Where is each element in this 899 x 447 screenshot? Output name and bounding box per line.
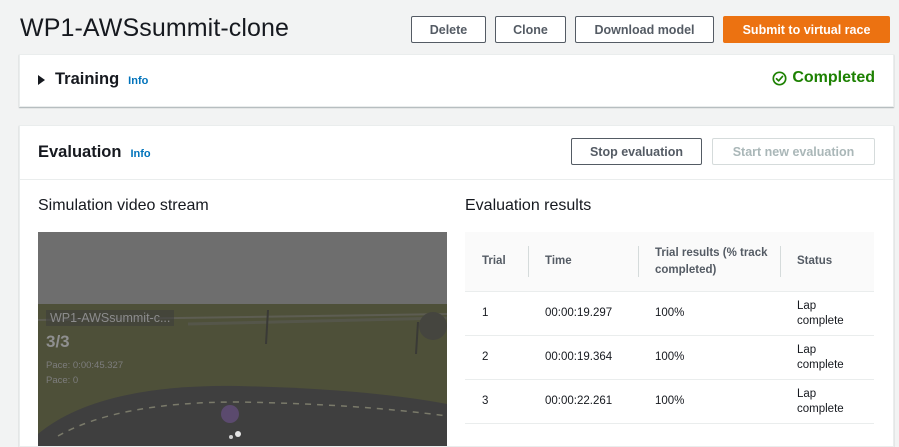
training-status: Completed [772, 69, 875, 87]
video-stream-title: Simulation video stream [38, 197, 209, 214]
delete-button[interactable]: Delete [411, 16, 486, 43]
evaluation-info-link[interactable]: Info [130, 148, 150, 160]
training-header[interactable]: Training Info [38, 70, 148, 89]
cell-trial: 3 [465, 379, 528, 424]
column-header-status: Status [780, 232, 874, 292]
training-info-link[interactable]: Info [128, 75, 148, 87]
video-lap-counter: 3/3 [46, 332, 70, 351]
training-title: Training [55, 70, 120, 88]
evaluation-header: Evaluation Info [38, 143, 151, 162]
status-text: Completed [792, 69, 875, 86]
cell-result: 100% [638, 379, 780, 424]
cell-status: Lap complete [780, 335, 874, 380]
cell-time: 00:00:19.364 [528, 335, 638, 380]
check-circle-icon [772, 70, 787, 86]
stop-evaluation-button[interactable]: Stop evaluation [571, 138, 702, 165]
table-row: 2 00:00:19.364 100% Lap complete [465, 335, 874, 380]
page-title: WP1-AWSsummit-clone [20, 14, 290, 42]
divider [20, 179, 893, 180]
video-overlay-line-2: Pace: 0 [46, 375, 79, 386]
cell-result: 100% [638, 291, 780, 336]
evaluation-results-table: Trial Time Trial results (% track comple… [465, 232, 874, 424]
simulation-video-stream[interactable]: WP1-AWSsummit-c... 3/3 Pace: 0:00:45.327… [38, 232, 447, 446]
caret-right-icon[interactable] [38, 74, 45, 85]
column-header-trial-results: Trial results (% track completed) [638, 232, 780, 292]
submit-to-virtual-race-button[interactable]: Submit to virtual race [723, 16, 890, 43]
column-header-time: Time [528, 232, 638, 292]
column-header-trial: Trial [465, 232, 528, 292]
start-new-evaluation-button[interactable]: Start new evaluation [712, 138, 875, 165]
cell-time: 00:00:19.297 [528, 291, 638, 336]
download-model-button[interactable]: Download model [575, 16, 714, 43]
table-header-row: Trial Time Trial results (% track comple… [465, 232, 874, 292]
video-model-name: WP1-AWSsummit-c... [46, 310, 175, 326]
cell-trial: 2 [465, 335, 528, 380]
cell-time: 00:00:22.261 [528, 379, 638, 424]
training-panel: Training Info Completed [19, 54, 894, 107]
table-row: 3 00:00:22.261 100% Lap complete [465, 379, 874, 424]
table-row: 1 00:00:19.297 100% Lap complete [465, 291, 874, 336]
evaluation-results-title: Evaluation results [465, 197, 592, 214]
video-overlay-line-1: Pace: 0:00:45.327 [46, 360, 124, 371]
clone-button[interactable]: Clone [495, 16, 566, 43]
evaluation-panel: Evaluation Info Stop evaluation Start ne… [19, 125, 894, 447]
evaluation-title: Evaluation [38, 143, 122, 161]
cell-trial: 1 [465, 291, 528, 336]
cell-result: 100% [638, 335, 780, 380]
cell-status: Lap complete [780, 291, 874, 336]
cell-status: Lap complete [780, 379, 874, 424]
